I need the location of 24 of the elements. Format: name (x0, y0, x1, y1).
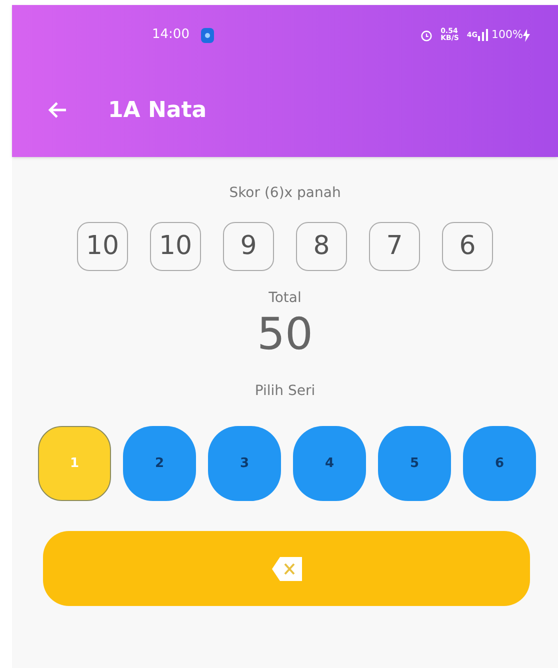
signal-icon (478, 29, 488, 41)
total-value: 50 (257, 309, 313, 361)
notification-icon (201, 28, 214, 42)
battery-level: 100% (492, 26, 523, 43)
alarm-icon (420, 28, 433, 42)
status-time: 14:00 (152, 26, 190, 44)
back-arrow-icon[interactable] (48, 101, 68, 119)
charging-icon (523, 28, 530, 42)
series-button[interactable]: 3 (208, 426, 281, 501)
score-value: 9 (223, 222, 274, 271)
series-button[interactable]: 4 (293, 426, 366, 501)
score-value: 10 (150, 222, 201, 271)
score-value: 8 (296, 222, 347, 271)
backspace-icon (272, 554, 302, 582)
score-value: 7 (369, 222, 420, 271)
total-label: Total (268, 289, 302, 308)
series-button[interactable]: 5 (378, 426, 451, 501)
scores-label: Skor (6)x panah (229, 184, 341, 203)
score-value: 10 (77, 222, 128, 271)
series-button[interactable]: 6 (463, 426, 536, 501)
score-value: 6 (442, 222, 493, 271)
series-label: Pilih Seri (254, 382, 316, 401)
series-button[interactable]: 2 (123, 426, 196, 501)
page-title: 1A Nata (108, 96, 207, 124)
